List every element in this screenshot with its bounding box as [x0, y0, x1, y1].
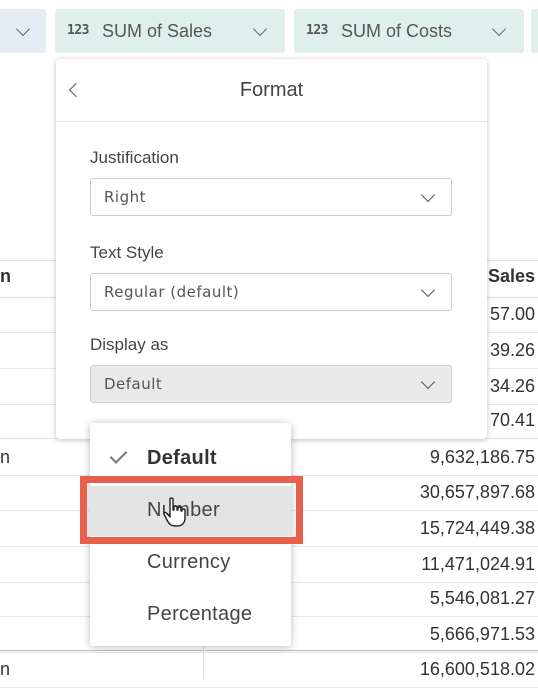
table-cell: n [0, 447, 11, 467]
table-header-sales: Sales [487, 266, 535, 286]
menu-item-number[interactable]: Number [90, 486, 291, 536]
table-cell-value: 5,666,971.53 [429, 624, 535, 644]
text-style-select[interactable]: Regular (default) [90, 273, 452, 311]
justification-value: Right [104, 188, 146, 206]
menu-item-label: Currency [147, 551, 231, 573]
chevron-down-icon [420, 187, 436, 203]
display-as-select[interactable]: Default [90, 365, 452, 403]
display-as-menu: Default Number Currency Percentage [90, 423, 291, 646]
menu-item-percentage[interactable]: Percentage [90, 590, 291, 640]
table-row: n 16,600,518.02 [0, 650, 538, 688]
menu-item-label: Default [147, 447, 217, 469]
table-cell-value: 15,724,449.38 [419, 518, 535, 538]
table-header-cell: n [0, 266, 11, 286]
chevron-down-icon [420, 282, 436, 298]
table-cell-value: 30,657,897.68 [419, 482, 535, 502]
table-cell-value: 39.26 [489, 340, 535, 360]
table-cell-value: 34.26 [489, 376, 535, 396]
table-cell-value: 9,632,186.75 [429, 447, 535, 467]
chevron-down-icon [420, 374, 436, 390]
hand-pointer-icon [163, 497, 186, 527]
menu-item-label: Percentage [147, 603, 253, 625]
format-panel: Format Justification Right Text Style Re… [56, 59, 487, 439]
menu-item-default[interactable]: Default [90, 434, 291, 484]
format-panel-header: Format [56, 59, 487, 122]
table-cell-value: 57.00 [489, 304, 535, 324]
justification-label: Justification [90, 148, 179, 167]
display-as-label: Display as [90, 335, 169, 354]
text-style-value: Regular (default) [104, 283, 240, 301]
table-cell-value: 5,546,081.27 [429, 588, 535, 608]
table-cell-value: 70.41 [489, 410, 535, 430]
justification-select[interactable]: Right [90, 178, 452, 216]
display-as-value: Default [104, 375, 163, 393]
table-cell-value: 11,471,024.91 [421, 554, 535, 574]
text-style-label: Text Style [90, 243, 164, 262]
checkmark-icon [109, 446, 128, 464]
menu-item-currency[interactable]: Currency [90, 538, 291, 588]
format-panel-title: Format [239, 79, 304, 101]
